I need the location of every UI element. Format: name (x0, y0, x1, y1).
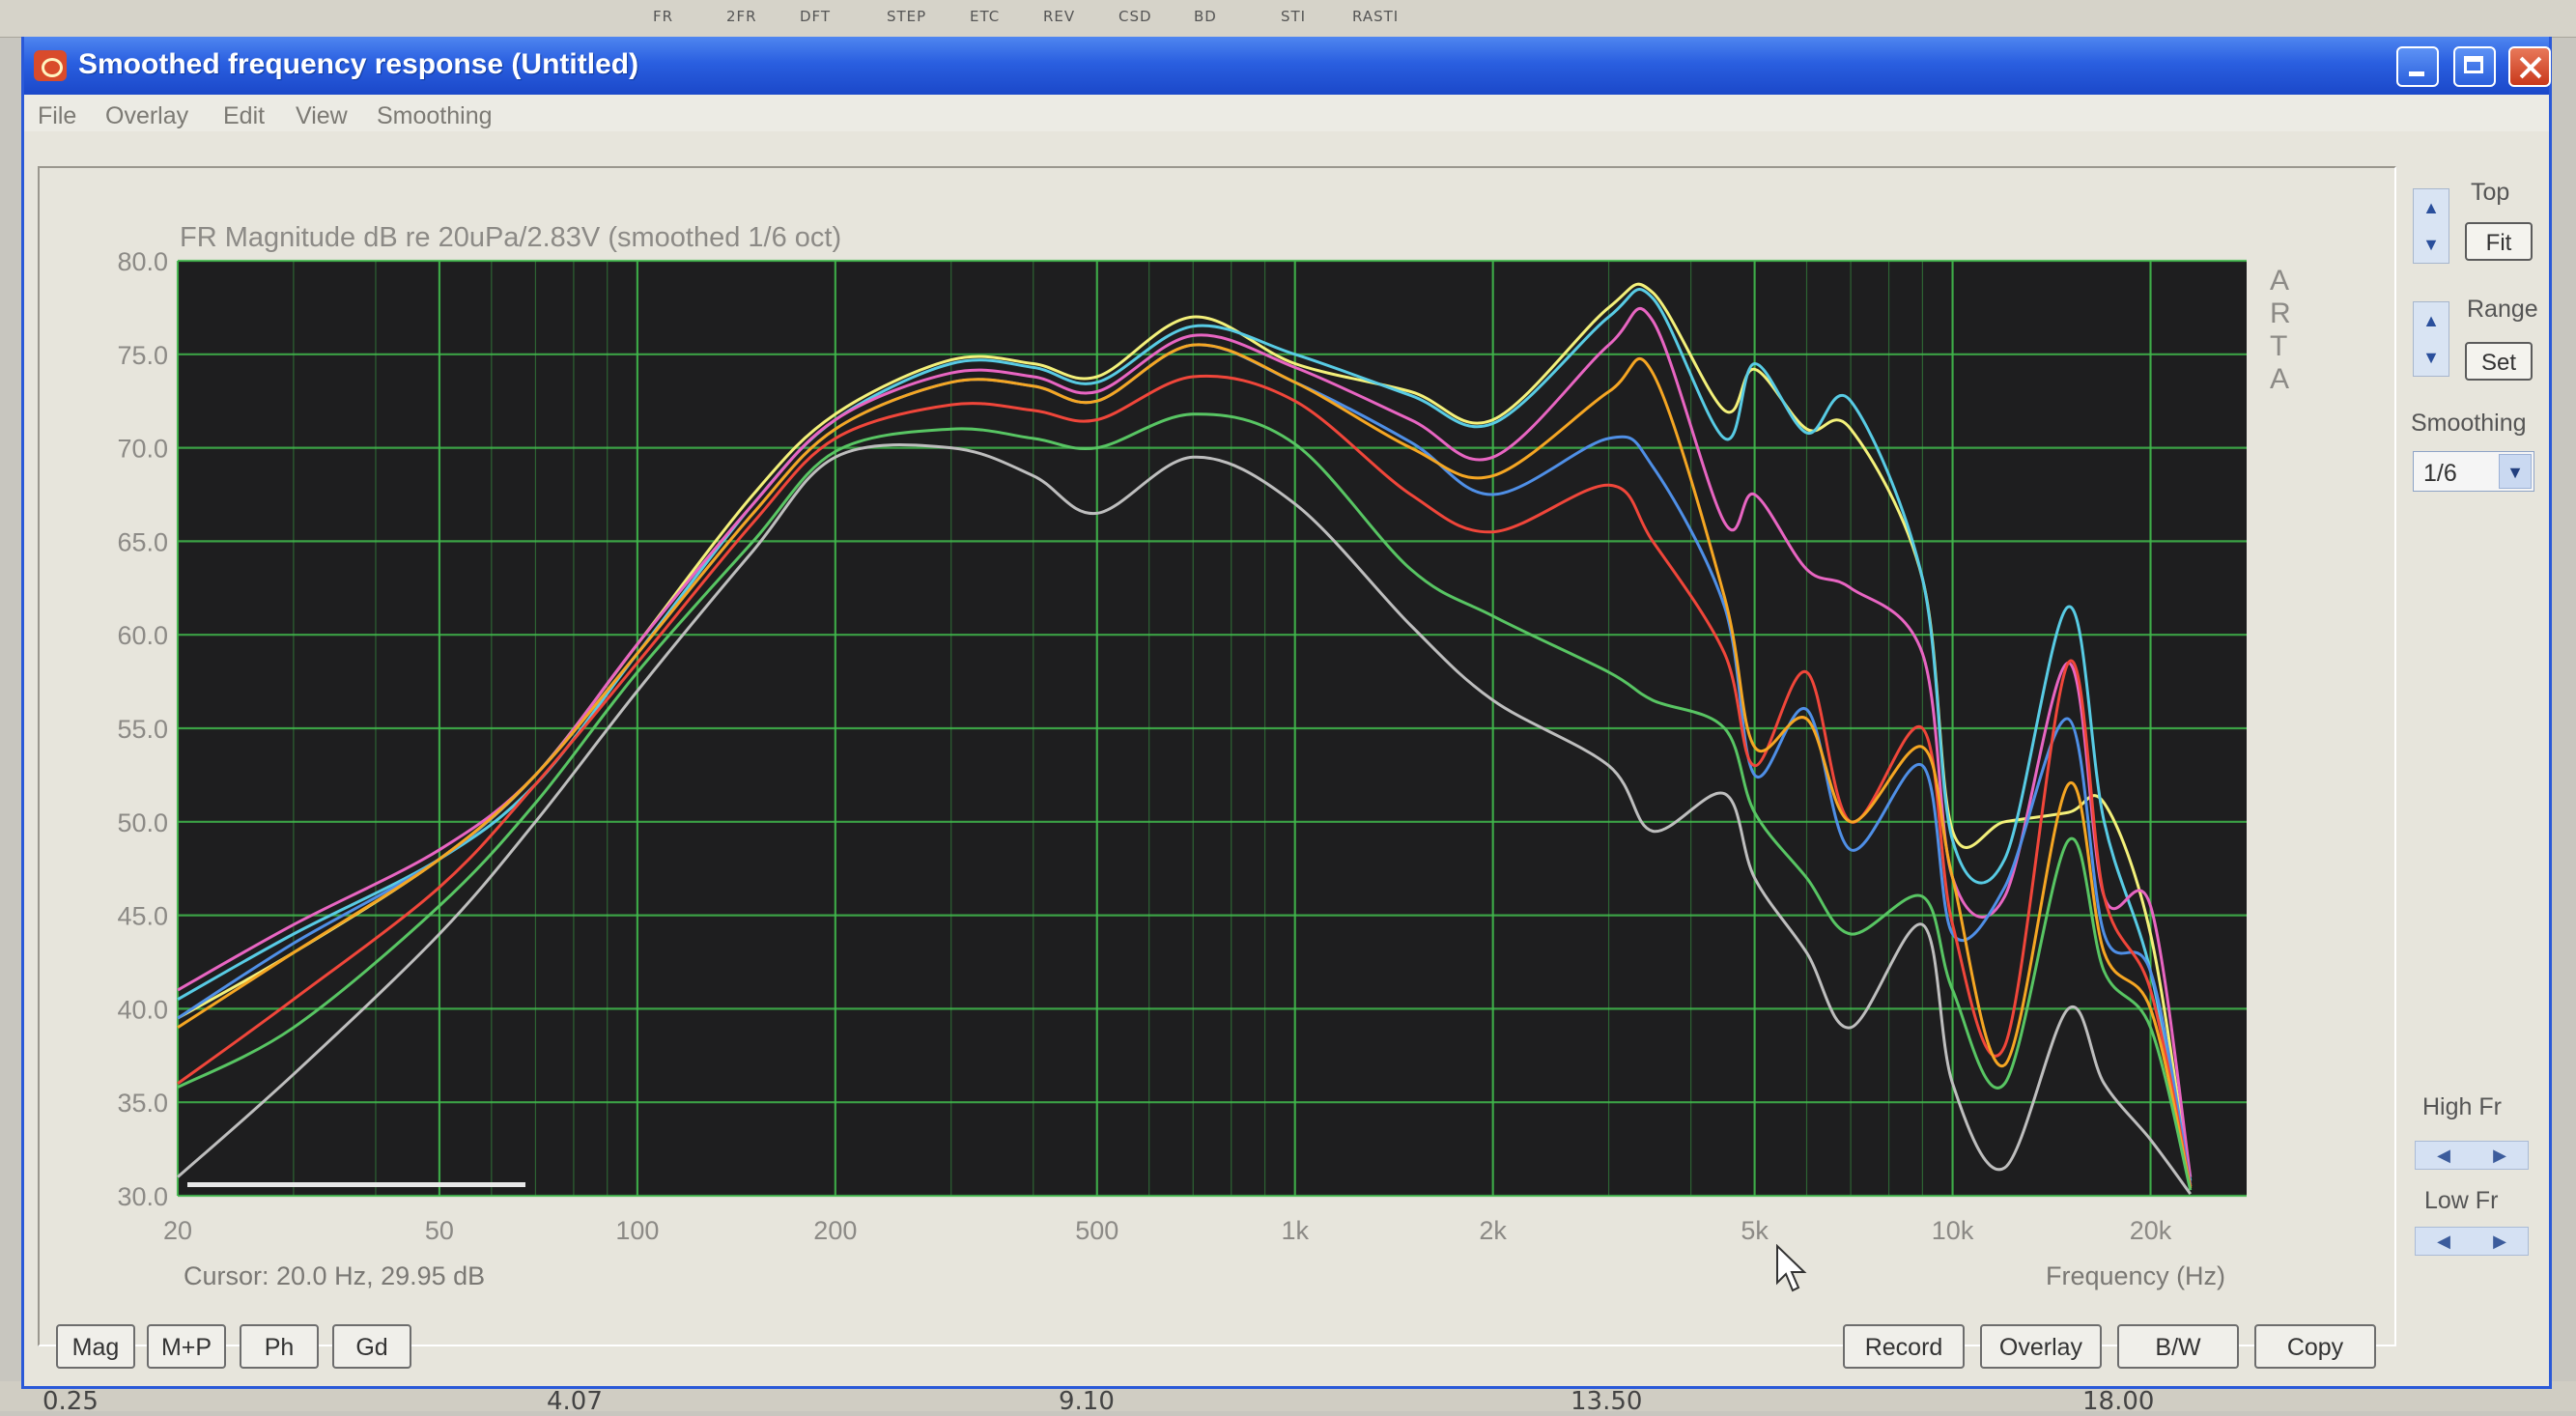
fit-button[interactable]: Fit (2465, 222, 2533, 261)
smoothing-value: 1/6 (2423, 460, 2457, 487)
y-tick-labels: 30.0 35.0 40.0 45.0 50.0 55.0 60.0 65.0 70.0 75.0… (117, 247, 168, 1211)
chevron-down-icon[interactable]: ▼ (2499, 454, 2532, 489)
y-tick-label: 80.0 (117, 247, 168, 276)
mag-button[interactable]: Mag (56, 1324, 135, 1369)
group-delay-button[interactable]: Gd (332, 1324, 411, 1369)
x-tick-label: 500 (1075, 1216, 1118, 1245)
range-label: Range (2467, 296, 2538, 323)
chart-title: FR Magnitude dB re 20uPa/2.83V (smoothed… (180, 222, 841, 253)
x-tick-label: 20 (163, 1216, 192, 1245)
arta-watermark: ARTA (2270, 265, 2291, 395)
x-tick-label: 2k (1479, 1216, 1507, 1245)
x-tick-label: 20k (2130, 1216, 2172, 1245)
y-tick-label: 35.0 (117, 1089, 168, 1118)
y-tick-label: 60.0 (117, 621, 168, 650)
cursor-position-bar (187, 1182, 525, 1187)
y-tick-label: 55.0 (117, 715, 168, 744)
chevron-down-icon[interactable]: ▼ (2414, 339, 2449, 376)
y-tick-label: 40.0 (117, 995, 168, 1024)
phase-button[interactable]: Ph (240, 1324, 319, 1369)
x-tick-label: 100 (615, 1216, 659, 1245)
low-fr-scroller[interactable]: ◀ ▶ (2415, 1227, 2529, 1256)
mag-phase-button[interactable]: M+P (147, 1324, 226, 1369)
top-label: Top (2471, 179, 2510, 206)
record-button[interactable]: Record (1843, 1324, 1965, 1369)
high-fr-label: High Fr (2422, 1093, 2502, 1120)
x-tick-label: 10k (1932, 1216, 1974, 1245)
x-tick-label: 200 (813, 1216, 857, 1245)
x-tick-label: 50 (425, 1216, 454, 1245)
copy-button[interactable]: Copy (2254, 1324, 2376, 1369)
set-button[interactable]: Set (2465, 342, 2533, 381)
chevron-down-icon[interactable]: ▼ (2414, 226, 2449, 263)
frequency-response-chart[interactable]: FR Magnitude dB re 20uPa/2.83V (smoothed… (0, 0, 2576, 1411)
low-fr-label: Low Fr (2424, 1187, 2499, 1214)
smoothing-select[interactable]: 1/6 ▼ (2413, 451, 2534, 492)
x-tick-labels: 20 50 100 200 500 1k 2k 5k 10k 20k (163, 1216, 2172, 1245)
range-spinner[interactable]: ▲ ▼ (2413, 301, 2449, 377)
y-tick-label: 70.0 (117, 435, 168, 464)
y-tick-label: 65.0 (117, 527, 168, 556)
x-axis-label: Frequency (Hz) (2046, 1261, 2226, 1290)
y-tick-label: 30.0 (117, 1182, 168, 1211)
top-spinner[interactable]: ▲ ▼ (2413, 188, 2449, 264)
smoothing-label: Smoothing (2411, 410, 2527, 437)
x-tick-label: 1k (1281, 1216, 1309, 1245)
y-tick-label: 50.0 (117, 808, 168, 837)
y-tick-label: 45.0 (117, 902, 168, 931)
x-tick-label: 5k (1741, 1216, 1769, 1245)
mouse-pointer-icon (1776, 1244, 1807, 1292)
chevron-left-icon[interactable]: ◀ (2416, 1142, 2472, 1169)
chevron-left-icon[interactable]: ◀ (2416, 1228, 2472, 1255)
cursor-readout: Cursor: 20.0 Hz, 29.95 dB (184, 1261, 486, 1290)
bw-button[interactable]: B/W (2117, 1324, 2239, 1369)
chevron-right-icon[interactable]: ▶ (2472, 1228, 2528, 1255)
high-fr-scroller[interactable]: ◀ ▶ (2415, 1141, 2529, 1170)
y-tick-label: 75.0 (117, 341, 168, 370)
chevron-up-icon[interactable]: ▲ (2414, 189, 2449, 226)
chevron-up-icon[interactable]: ▲ (2414, 302, 2449, 339)
chevron-right-icon[interactable]: ▶ (2472, 1142, 2528, 1169)
overlay-button[interactable]: Overlay (1980, 1324, 2102, 1369)
